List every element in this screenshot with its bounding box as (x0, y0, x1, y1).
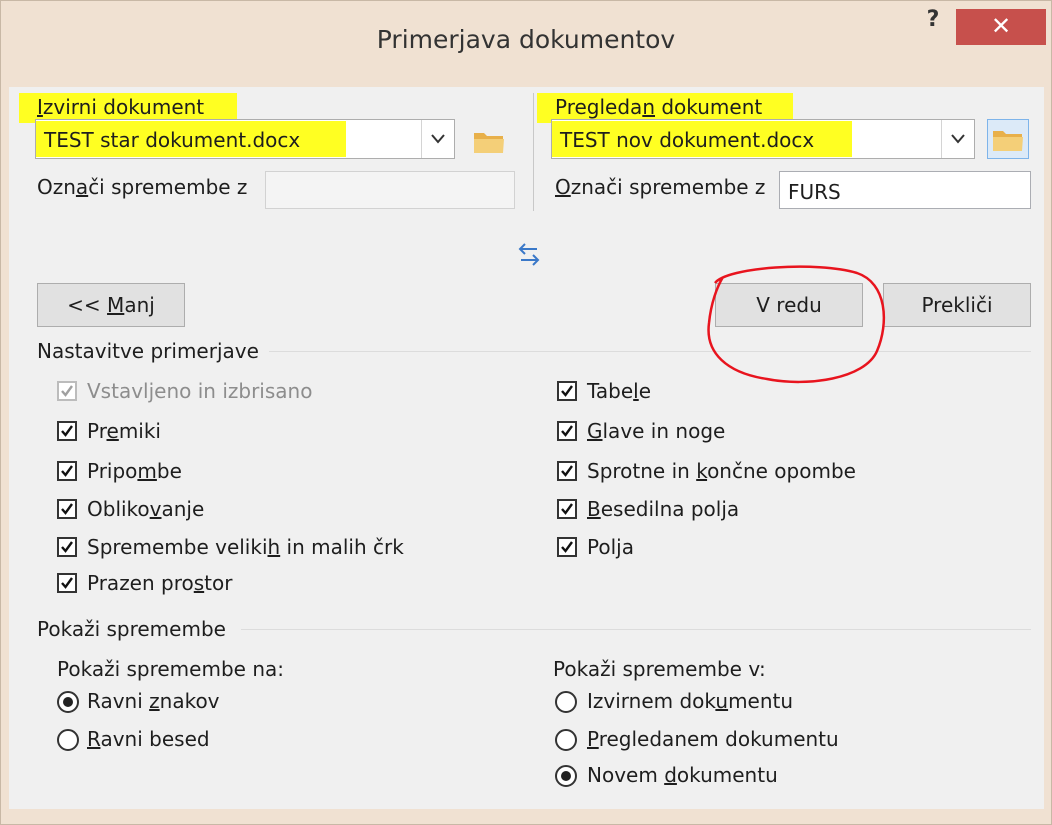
radio-revised-document[interactable] (555, 729, 577, 751)
swap-arrows-icon (518, 243, 540, 266)
original-mark-label: Označi spremembe z (37, 175, 248, 199)
checkbox-label: Prazen prostor (87, 571, 233, 595)
checkbox-label: Glave in noge (587, 419, 726, 443)
chevron-down-icon (951, 134, 965, 144)
check-icon (561, 465, 573, 477)
checkbox-label: Vstavljeno in izbrisano (87, 379, 313, 403)
radio-selected-dot (63, 697, 73, 707)
revised-mark-input[interactable]: FURS (779, 171, 1031, 209)
cancel-button[interactable]: Prekliči (883, 283, 1031, 327)
checkbox-footnotes-endnotes[interactable] (557, 461, 577, 481)
checkbox-moves[interactable] (57, 421, 77, 441)
radio-label: Ravni besed (87, 727, 210, 751)
browse-revised-button[interactable] (987, 119, 1029, 159)
checkbox-tables[interactable] (557, 381, 577, 401)
radio-label: Izvirnem dokumentu (587, 689, 794, 713)
comparison-settings-heading: Nastavitve primerjave (37, 339, 259, 363)
swap-documents-button[interactable] (517, 241, 541, 267)
checkbox-comments[interactable] (57, 461, 77, 481)
dialog-window: Primerjava dokumentov ? ✕ Izvirni dokume… (0, 0, 1052, 825)
original-mark-input (265, 171, 515, 209)
check-icon (61, 503, 73, 515)
check-icon (61, 577, 73, 589)
title-bar: Primerjava dokumentov ? ✕ (1, 1, 1051, 87)
radio-word-level[interactable] (57, 729, 79, 751)
check-icon (561, 425, 573, 437)
show-changes-heading: Pokaži spremembe (37, 617, 226, 641)
checkbox-label: Besedilna polja (587, 497, 740, 521)
checkbox-label: Pripombe (87, 459, 182, 483)
checkbox-label: Sprotne in končne opombe (587, 459, 856, 483)
checkbox-label: Tabele (587, 379, 652, 403)
radio-selected-dot (561, 771, 571, 781)
checkbox-label: Premiki (87, 419, 161, 443)
check-icon (61, 425, 73, 437)
checkbox-label: Spremembe velikih in malih črk (87, 535, 404, 559)
radio-original-document[interactable] (555, 691, 577, 713)
close-button[interactable]: ✕ (956, 9, 1046, 45)
dropdown-button[interactable] (421, 120, 454, 158)
check-icon (561, 503, 573, 515)
group-divider (269, 351, 1031, 352)
group-divider (241, 629, 1031, 630)
check-icon (561, 385, 573, 397)
chevron-down-icon (431, 134, 445, 144)
help-button[interactable]: ? (916, 7, 950, 37)
checkbox-white-space[interactable] (57, 573, 77, 593)
check-icon (561, 541, 573, 553)
revised-mark-label: Označi spremembe z (555, 175, 766, 199)
checkbox-headers-footers[interactable] (557, 421, 577, 441)
check-icon (61, 541, 73, 553)
checkbox-insertions-deletions (57, 381, 77, 401)
dialog-body: Izvirni dokument TEST star dokument.docx… (9, 87, 1044, 809)
revised-document-value: TEST nov dokument.docx (560, 128, 815, 152)
dialog-title: Primerjava dokumentov (376, 25, 676, 54)
radio-label: Novem dokumentu (587, 763, 778, 787)
browse-original-button[interactable] (471, 123, 507, 159)
less-button[interactable]: << Manj (37, 283, 185, 327)
dropdown-button[interactable] (941, 120, 974, 158)
revised-document-label: Pregledan dokument (537, 93, 793, 123)
column-separator (533, 93, 534, 211)
annotation-circle (707, 265, 886, 384)
checkbox-label: Oblikovanje (87, 497, 205, 521)
radio-character-level[interactable] (57, 691, 79, 713)
checkbox-text-boxes[interactable] (557, 499, 577, 519)
radio-label: Pregledanem dokumentu (587, 727, 839, 751)
revised-document-combo[interactable]: TEST nov dokument.docx (551, 119, 975, 159)
folder-icon (993, 131, 1023, 151)
checkbox-fields[interactable] (557, 537, 577, 557)
checkbox-case-changes[interactable] (57, 537, 77, 557)
check-icon (61, 385, 73, 397)
check-icon (61, 465, 73, 477)
checkbox-formatting[interactable] (57, 499, 77, 519)
folder-icon (474, 133, 504, 153)
show-changes-in-label: Pokaži spremembe v: (553, 657, 766, 681)
checkbox-label: Polja (587, 535, 634, 559)
show-changes-at-label: Pokaži spremembe na: (57, 657, 284, 681)
original-document-combo[interactable]: TEST star dokument.docx (35, 119, 455, 159)
original-document-label: Izvirni dokument (19, 93, 237, 123)
radio-label: Ravni znakov (87, 689, 220, 713)
radio-new-document[interactable] (555, 765, 577, 787)
original-document-value: TEST star dokument.docx (44, 128, 301, 152)
